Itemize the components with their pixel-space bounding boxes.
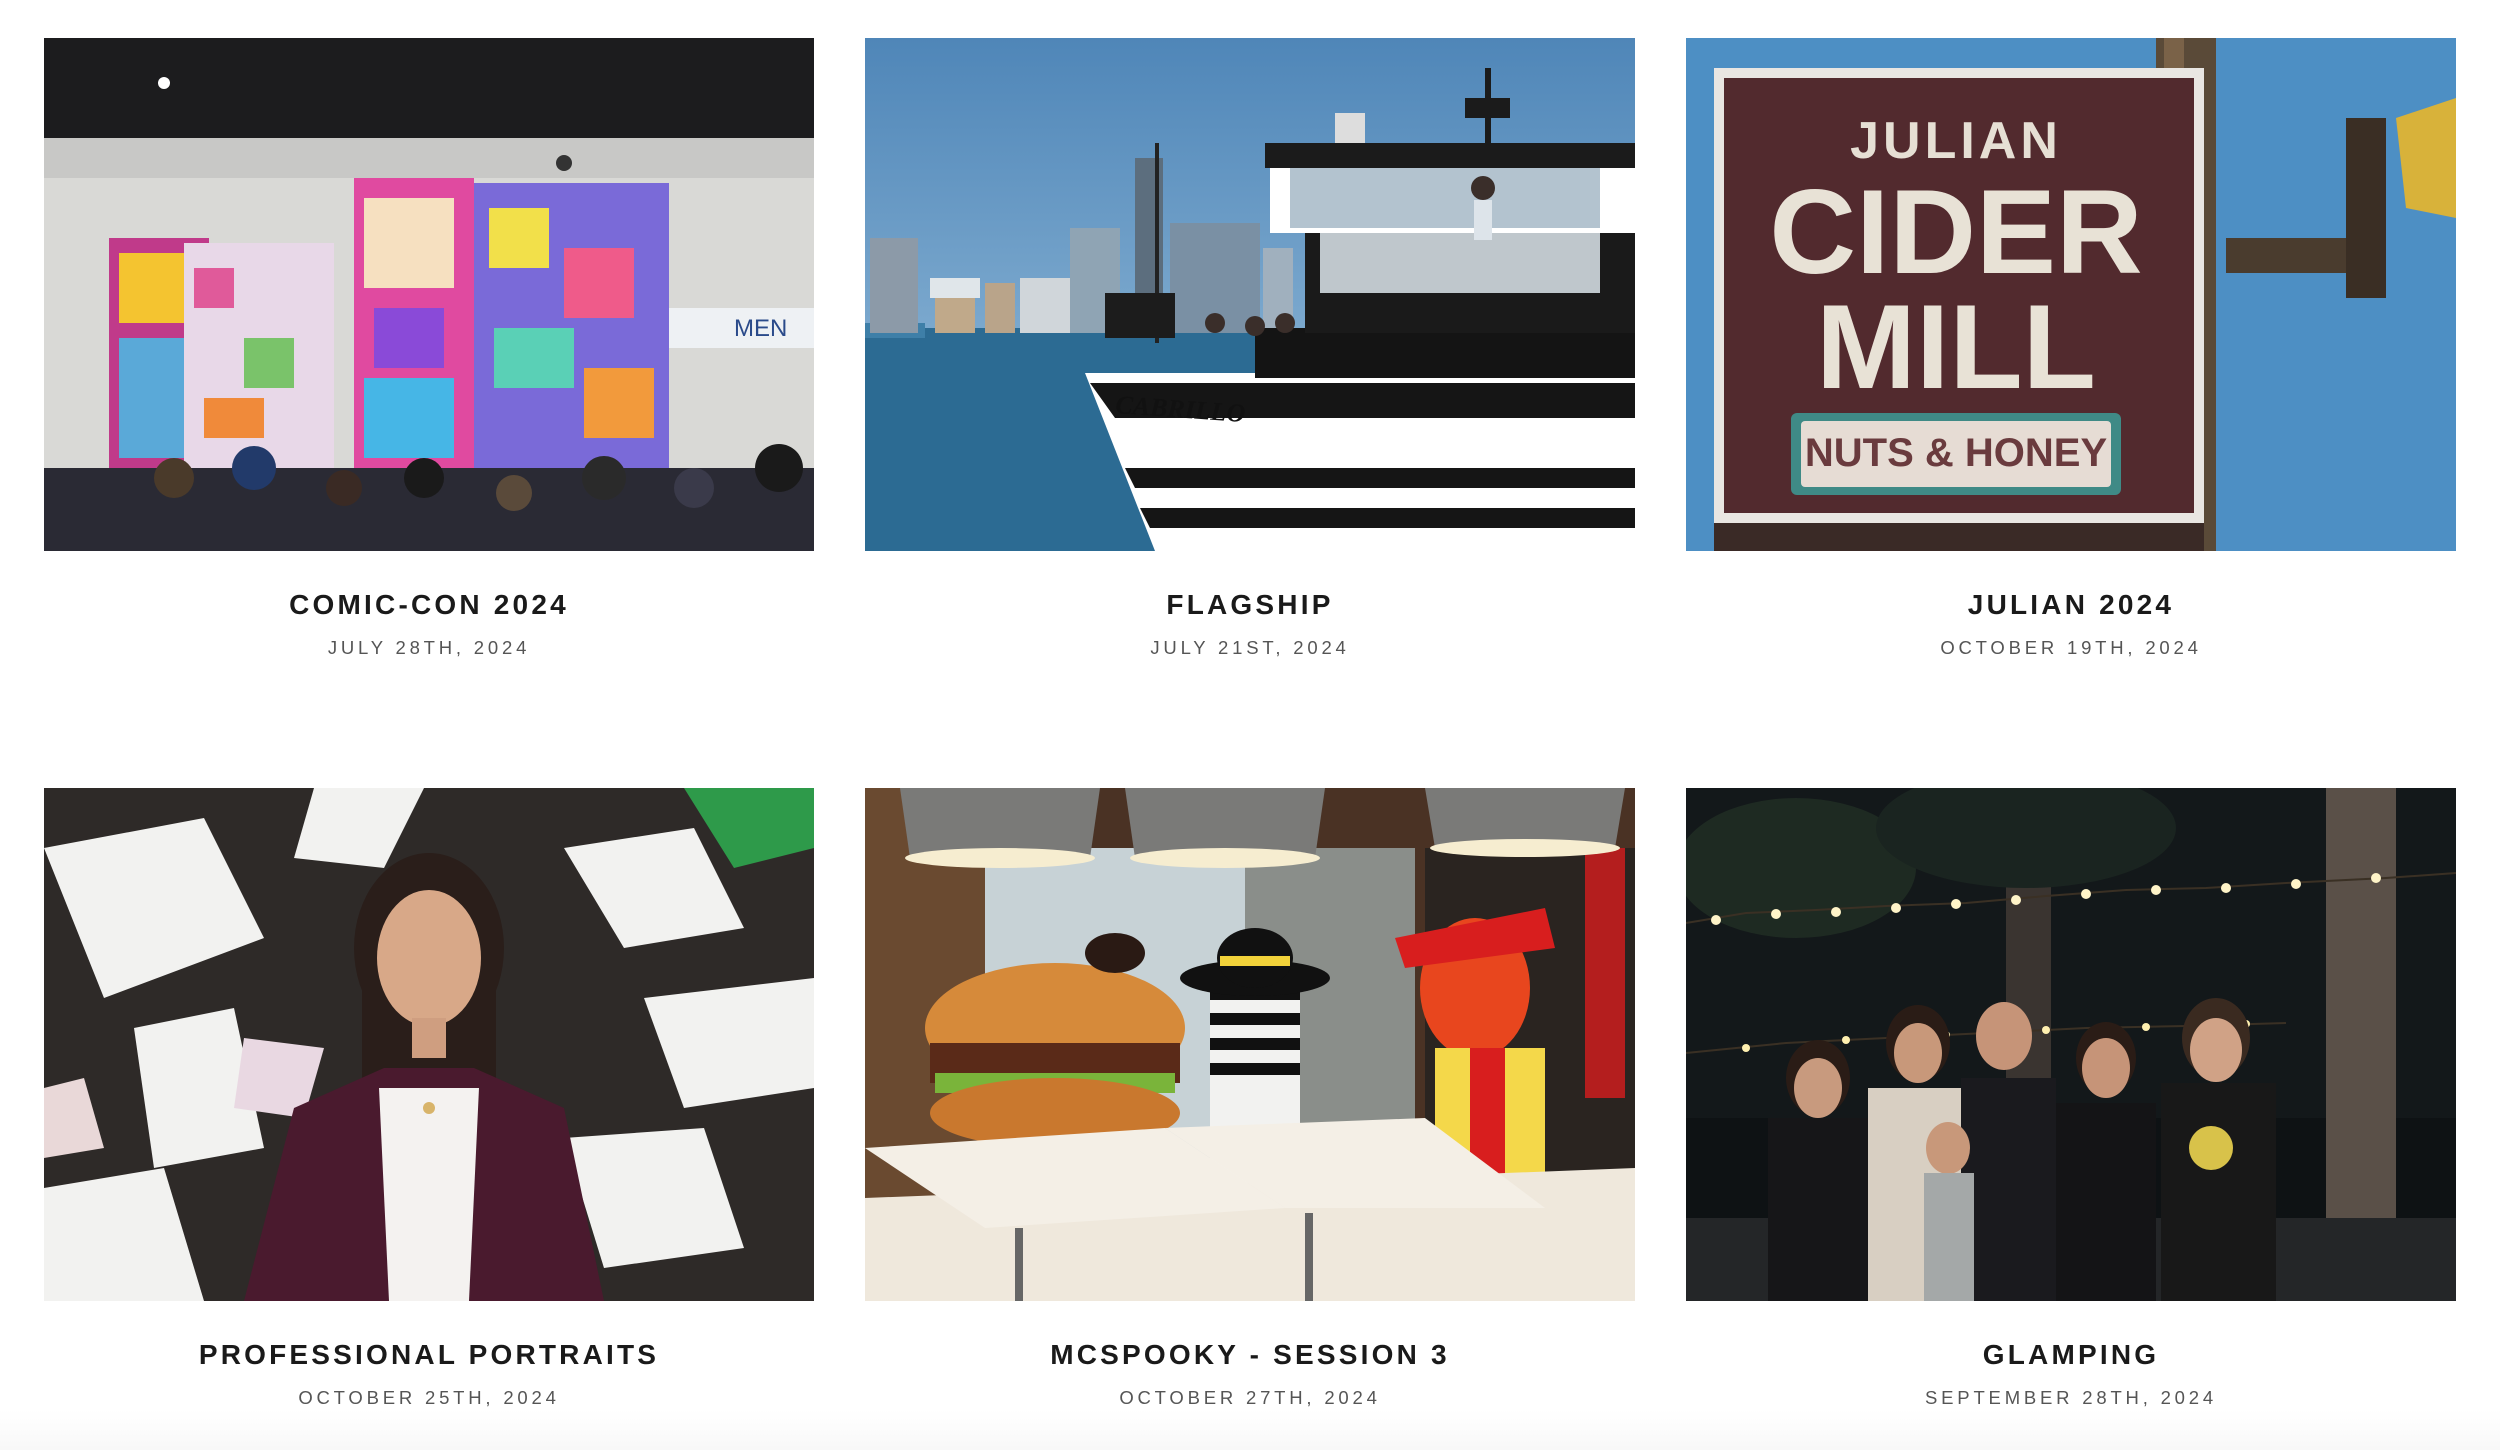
mcspooky-date: OCTOBER 27TH, 2024 [1119, 1387, 1381, 1408]
professional-portraits-title[interactable]: PROFESSIONAL PORTRAITS [44, 1338, 814, 1372]
costume-restaurant-photo [865, 788, 1635, 1301]
gallery-item-mcspooky[interactable]: MCSPOOKY - SESSION 3 OCTOBER 27TH, 2024 [865, 788, 1635, 1410]
gallery-item-comic-con[interactable]: MEN COMIC-CON 2024 JULY 28TH, 2024 [44, 38, 814, 660]
svg-text:MEN: MEN [734, 315, 787, 342]
gallery-grid: MEN COMIC-CON 2024 JULY 28TH, 2024 CABRI… [0, 0, 2500, 1450]
gallery-item-glamping[interactable]: GLAMPING SEPTEMBER 28TH, 2024 [1686, 788, 2456, 1410]
glamping-thumbnail[interactable] [1686, 788, 2456, 1301]
gallery-item-professional-portraits[interactable]: PROFESSIONAL PORTRAITS OCTOBER 25TH, 202… [44, 788, 814, 1410]
mcspooky-thumbnail[interactable] [865, 788, 1635, 1301]
professional-portraits-thumbnail[interactable] [44, 788, 814, 1301]
svg-text:NUTS & HONEY: NUTS & HONEY [1805, 431, 2108, 475]
svg-text:CIDER: CIDER [1769, 165, 2142, 299]
professional-portraits-date: OCTOBER 25TH, 2024 [298, 1387, 560, 1408]
mcspooky-title[interactable]: MCSPOOKY - SESSION 3 [865, 1338, 1635, 1372]
gallery-item-julian[interactable]: JULIAN CIDER MILL NUTS & HONEY JULIAN 20… [1686, 38, 2456, 660]
svg-text:MILL: MILL [1816, 280, 2096, 414]
bottom-fade [0, 1410, 2500, 1450]
comic-con-date: JULY 28TH, 2024 [327, 637, 531, 658]
julian-date: OCTOBER 19TH, 2024 [1940, 637, 2202, 658]
flagship-thumbnail[interactable]: CABRILLO [865, 38, 1635, 551]
portrait-mural-photo [44, 788, 814, 1301]
flagship-title[interactable]: FLAGSHIP [865, 588, 1635, 622]
glamping-date: SEPTEMBER 28TH, 2024 [1925, 1387, 2217, 1408]
comic-con-thumbnail[interactable]: MEN [44, 38, 814, 551]
cider-mill-sign-photo: JULIAN CIDER MILL NUTS & HONEY [1686, 38, 2456, 551]
harbor-boat-photo: CABRILLO [865, 38, 1635, 551]
convention-hall-photo: MEN [44, 38, 814, 551]
julian-title[interactable]: JULIAN 2024 [1686, 588, 2456, 622]
comic-con-title[interactable]: COMIC-CON 2024 [44, 588, 814, 622]
gallery-item-flagship[interactable]: CABRILLO FLAGSHIP JULY 21ST, 2024 [865, 38, 1635, 660]
svg-text:JULIAN: JULIAN [1850, 112, 2062, 170]
glamping-title[interactable]: GLAMPING [1686, 1338, 2456, 1372]
julian-thumbnail[interactable]: JULIAN CIDER MILL NUTS & HONEY [1686, 38, 2456, 551]
family-string-lights-photo [1686, 788, 2456, 1301]
flagship-date: JULY 21ST, 2024 [1150, 637, 1350, 658]
